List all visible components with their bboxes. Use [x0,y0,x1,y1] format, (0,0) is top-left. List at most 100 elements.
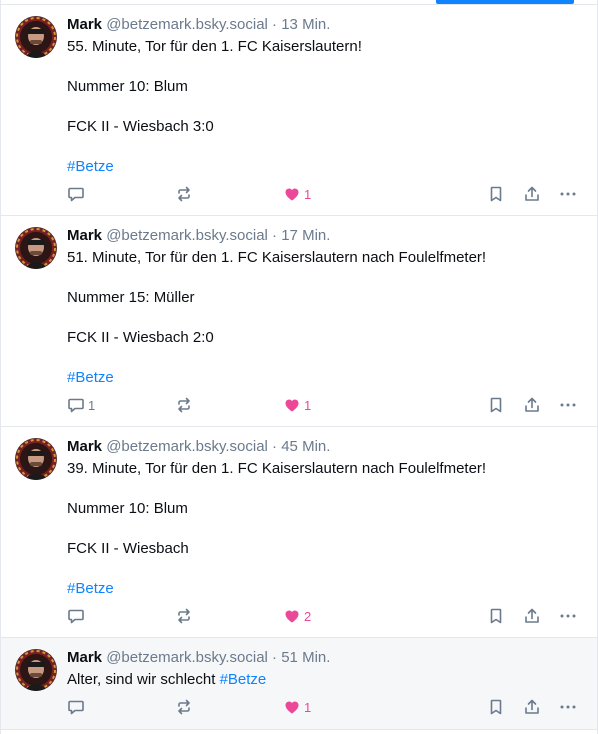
reply-icon [68,398,84,413]
post-time[interactable]: 13 Min. [281,16,330,33]
bookmark-button[interactable] [487,183,505,205]
separator: · [272,16,278,33]
reply-button[interactable]: 1 [67,394,95,416]
like-button[interactable]: 1 [283,394,311,416]
share-icon [525,397,539,412]
more-icon [560,192,576,196]
post-time[interactable]: 17 Min. [281,227,330,244]
post-text-line: Nummer 10: Blum [67,500,188,517]
reply-button[interactable] [67,183,88,205]
post-time[interactable]: 51 Min. [281,649,330,666]
author-handle[interactable]: @betzemark.bsky.social [106,227,268,244]
like-count: 1 [304,186,312,202]
post-actions: 1 [67,696,587,718]
share-icon [525,608,539,623]
author-name[interactable]: Mark [67,649,102,666]
share-icon [525,186,539,201]
more-button[interactable] [559,696,577,718]
like-button[interactable]: 1 [283,696,311,718]
post-text-line: 55. Minute, Tor für den 1. FC Kaiserslau… [67,38,362,55]
repost-icon [178,699,190,715]
avatar-image [15,227,57,269]
post[interactable]: Mark @betzemark.bsky.social · 45 Min. 39… [1,426,597,638]
hashtag-link[interactable]: #Betze [67,368,114,388]
more-button[interactable] [559,605,577,627]
like-count: 1 [304,699,312,715]
bookmark-button[interactable] [487,696,505,718]
author-name[interactable]: Mark [67,227,102,244]
post-text-line: FCK II - Wiesbach 3:0 [67,118,214,135]
post[interactable]: Mark @betzemark.bsky.social · 17 Min. 51… [1,215,597,427]
hashtag-link[interactable]: #Betze [67,579,114,599]
avatar[interactable] [15,649,57,691]
hashtag-link[interactable]: #Betze [67,157,114,177]
more-icon [560,403,576,407]
avatar-image [15,649,57,691]
post[interactable]: Mark @betzemark.bsky.social · 13 Min. 55… [1,4,597,216]
reply-button[interactable] [67,605,88,627]
separator: · [272,649,278,666]
more-button[interactable] [559,183,577,205]
author-handle[interactable]: @betzemark.bsky.social [106,16,268,33]
more-button[interactable] [559,394,577,416]
reply-button[interactable] [67,696,88,718]
share-button[interactable] [523,183,541,205]
avatar-image [15,438,57,480]
repost-icon [178,608,190,624]
heart-icon [285,610,299,623]
bookmark-icon [490,699,502,715]
avatar[interactable] [15,438,57,480]
like-count: 2 [304,608,312,624]
reply-icon [68,187,84,202]
like-count: 1 [304,397,312,413]
post-text: Alter, sind wir schlecht #Betze [67,670,587,690]
bookmark-icon [490,397,502,413]
avatar-image [15,16,57,58]
post-actions: 1 1 [67,394,587,416]
repost-button[interactable] [175,183,193,205]
post-text-line: FCK II - Wiesbach 2:0 [67,329,214,346]
reply-icon [68,700,84,715]
bookmark-button[interactable] [487,394,505,416]
bookmark-icon [490,186,502,202]
repost-icon [178,397,190,413]
post-header: Mark @betzemark.bsky.social · 45 Min. [67,437,330,457]
repost-icon [178,186,190,202]
post[interactable]: Mark @betzemark.bsky.social · 51 Min. Al… [1,637,597,730]
share-icon [525,699,539,714]
author-handle[interactable]: @betzemark.bsky.social [106,649,268,666]
author-name[interactable]: Mark [67,438,102,455]
share-button[interactable] [523,696,541,718]
hashtag-link[interactable]: #Betze [220,671,267,688]
post-header: Mark @betzemark.bsky.social · 51 Min. [67,648,330,668]
post-actions: 1 [67,183,587,205]
separator: · [272,438,278,455]
reply-icon [68,609,84,624]
post-text-line: 51. Minute, Tor für den 1. FC Kaiserslau… [67,249,487,266]
separator: · [272,227,278,244]
more-icon [560,614,576,618]
post-text-line: Nummer 10: Blum [67,78,188,95]
author-name[interactable]: Mark [67,16,102,33]
post-text-line: 39. Minute, Tor für den 1. FC Kaiserslau… [67,460,487,477]
post-header: Mark @betzemark.bsky.social · 13 Min. [67,15,330,35]
bookmark-icon [490,608,502,624]
like-button[interactable]: 2 [283,605,311,627]
share-button[interactable] [523,394,541,416]
like-button[interactable]: 1 [283,183,311,205]
avatar[interactable] [15,227,57,269]
bookmark-button[interactable] [487,605,505,627]
more-icon [560,705,576,709]
share-button[interactable] [523,605,541,627]
avatar[interactable] [15,16,57,58]
heart-icon [285,399,299,412]
repost-button[interactable] [175,394,193,416]
post-actions: 2 [67,605,587,627]
repost-button[interactable] [175,696,193,718]
post-text-line: FCK II - Wiesbach [67,540,189,557]
author-handle[interactable]: @betzemark.bsky.social [106,438,268,455]
repost-button[interactable] [175,605,193,627]
post-time[interactable]: 45 Min. [281,438,330,455]
heart-icon [285,701,299,714]
post-text-line: Nummer 15: Müller [67,289,195,306]
